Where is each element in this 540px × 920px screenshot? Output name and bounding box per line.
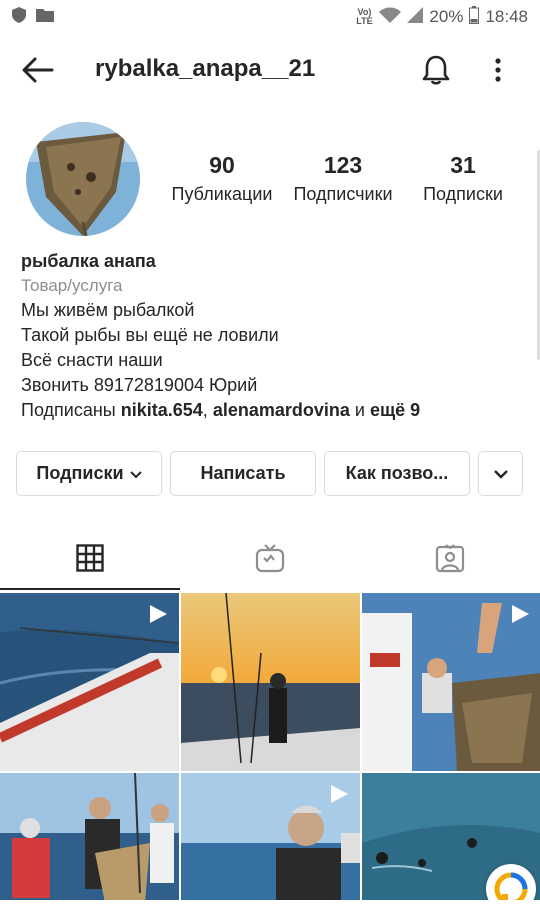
back-arrow-icon[interactable] (20, 52, 56, 88)
stat-posts[interactable]: 90 Публикации (170, 150, 274, 208)
active-tab-indicator (0, 588, 180, 590)
bell-icon[interactable] (416, 50, 456, 90)
bio-line: Такой рыбы вы ещё не ловили (21, 325, 279, 345)
battery-icon (469, 5, 480, 29)
following-label: Подписки (423, 184, 503, 204)
bio-name: рыбалка анапа (21, 251, 156, 271)
more-vertical-icon[interactable] (484, 50, 512, 90)
post-thumbnail[interactable] (181, 773, 360, 920)
followed-user-link[interactable]: nikita.654 (121, 400, 203, 420)
following-button-label: Подписки (36, 463, 124, 483)
grid-icon (76, 543, 104, 577)
profile-bio: рыбалка анапа Товар/услуга Мы живём рыба… (21, 248, 521, 423)
post-thumbnail[interactable] (362, 593, 540, 771)
network-label: Vo) LTE (356, 7, 373, 26)
message-button-label: Написать (200, 463, 286, 483)
followed-more-link[interactable]: ещё 9 (370, 400, 420, 420)
chevron-down-icon (129, 463, 142, 484)
followed-and: и (349, 400, 370, 420)
igtv-icon (255, 543, 285, 578)
status-bar: Vo) LTE 20% 18:48 (0, 0, 540, 34)
clock: 18:48 (485, 7, 528, 26)
bio-phone[interactable]: Звонить 89172819004 Юрий (21, 373, 521, 398)
tab-grid[interactable] (0, 530, 180, 590)
following-count: 31 (450, 152, 476, 178)
stat-following[interactable]: 31 Подписки (418, 150, 508, 208)
followed-by[interactable]: Подписаны nikita.654, alenamardovina и е… (21, 398, 521, 423)
stat-followers[interactable]: 123 Подписчики (288, 150, 398, 208)
post-thumbnail[interactable] (181, 593, 360, 771)
chevron-down-icon (493, 463, 509, 484)
message-button[interactable]: Написать (170, 451, 316, 496)
bottom-navigation (0, 900, 540, 920)
suggested-users-button[interactable] (478, 451, 523, 496)
profile-avatar[interactable] (26, 122, 140, 236)
folder-icon (36, 7, 54, 27)
wifi-icon (379, 7, 402, 28)
tab-igtv[interactable] (180, 530, 360, 590)
posts-label: Публикации (171, 184, 273, 204)
followed-user-link[interactable]: alenamardovina (213, 400, 350, 420)
followers-label: Подписчики (293, 184, 393, 204)
contact-button[interactable]: Как позво... (324, 451, 470, 496)
tagged-icon (435, 543, 465, 578)
tab-tagged[interactable] (360, 530, 540, 590)
video-icon (147, 603, 169, 630)
posts-count: 90 (209, 152, 235, 178)
bio-line: Всё снасти наши (21, 350, 163, 370)
video-icon (509, 603, 531, 630)
profile-username: rybalka_anapa__21 (95, 55, 316, 82)
bio-line: Мы живём рыбалкой (21, 300, 195, 320)
shield-icon (12, 6, 26, 28)
followed-separator: , (202, 400, 213, 420)
video-icon (328, 783, 350, 810)
post-thumbnail[interactable] (0, 593, 179, 771)
following-button[interactable]: Подписки (16, 451, 162, 496)
profile-header: rybalka_anapa__21 (0, 40, 540, 100)
contact-button-label: Как позво... (345, 463, 449, 483)
bio-category: Товар/услуга (21, 276, 123, 295)
signal-icon (407, 6, 424, 28)
battery-percent: 20% (429, 7, 464, 26)
post-thumbnail[interactable] (0, 773, 179, 920)
followers-count: 123 (323, 152, 363, 178)
followed-prefix: Подписаны (21, 400, 121, 420)
